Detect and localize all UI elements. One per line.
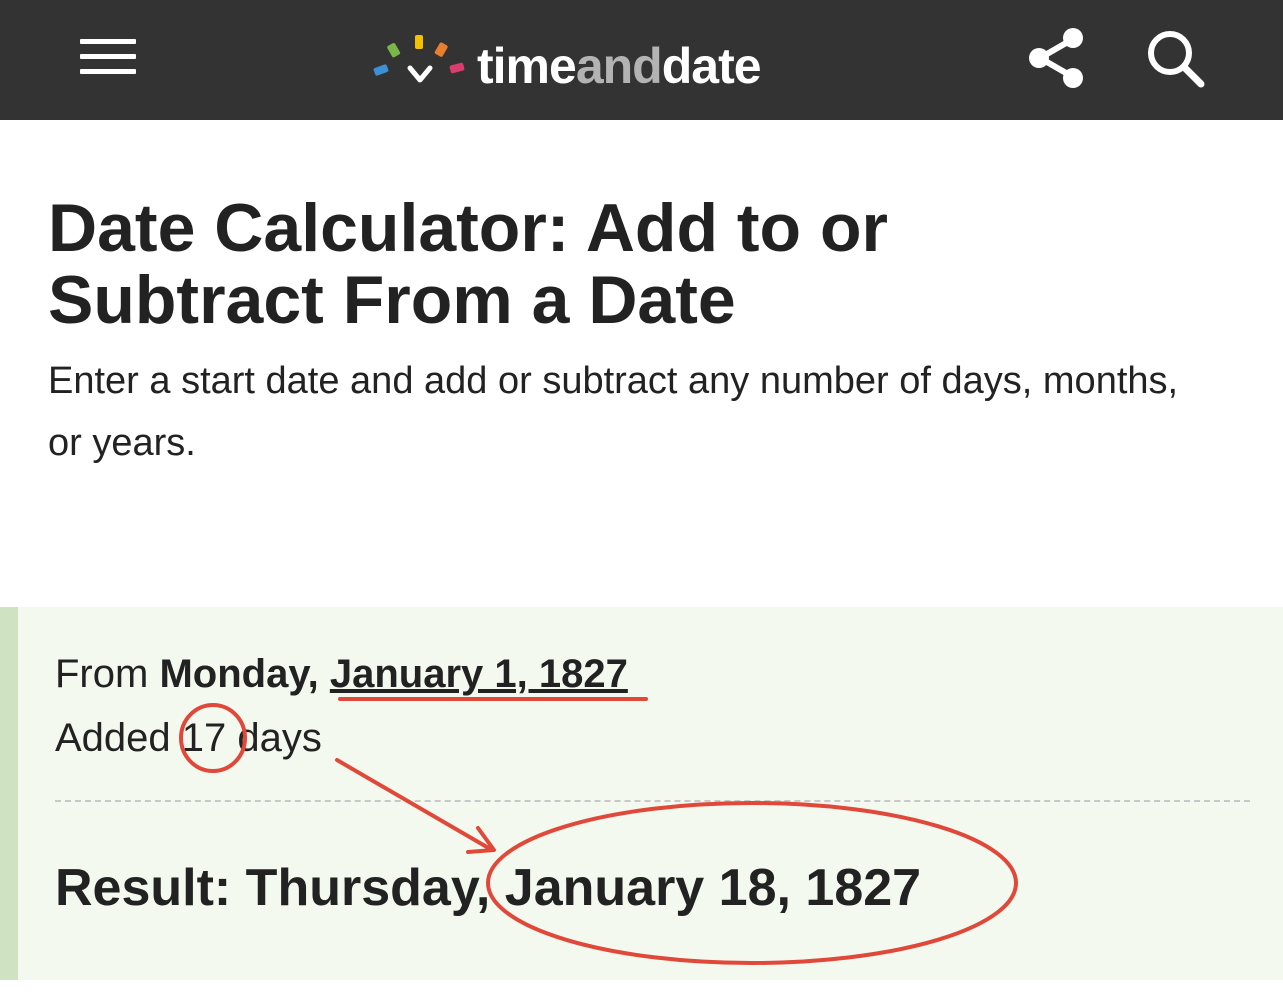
- from-weekday: Monday,: [159, 652, 319, 696]
- timeanddate-logo-mark-icon: [373, 35, 465, 83]
- page-title: Date Calculator: Add to or Subtract From…: [48, 190, 888, 338]
- share-icon[interactable]: [1026, 26, 1086, 90]
- logo-text: timeanddate: [477, 38, 762, 94]
- dashed-divider: [55, 800, 1250, 802]
- page-intro: Enter a start date and add or subtract a…: [48, 360, 1179, 464]
- added-value: 17: [181, 716, 227, 760]
- site-logo[interactable]: timeanddate: [372, 30, 802, 94]
- top-bar: timeanddate: [0, 0, 1283, 120]
- hamburger-menu-icon[interactable]: [80, 39, 136, 75]
- result-label: Result: Thursday,: [55, 859, 491, 917]
- result-date: January 18, 1827: [504, 859, 922, 917]
- search-icon[interactable]: [1145, 28, 1207, 88]
- added-label: Added: [55, 716, 171, 760]
- from-label: From: [55, 652, 149, 696]
- from-date-link[interactable]: January 1, 1827: [330, 652, 628, 696]
- result-line: Result: Thursday, January 18, 1827: [55, 858, 921, 918]
- added-unit: days: [237, 716, 322, 760]
- added-line: Added 17 days: [55, 716, 322, 761]
- from-line: From Monday, January 1, 1827: [55, 652, 628, 697]
